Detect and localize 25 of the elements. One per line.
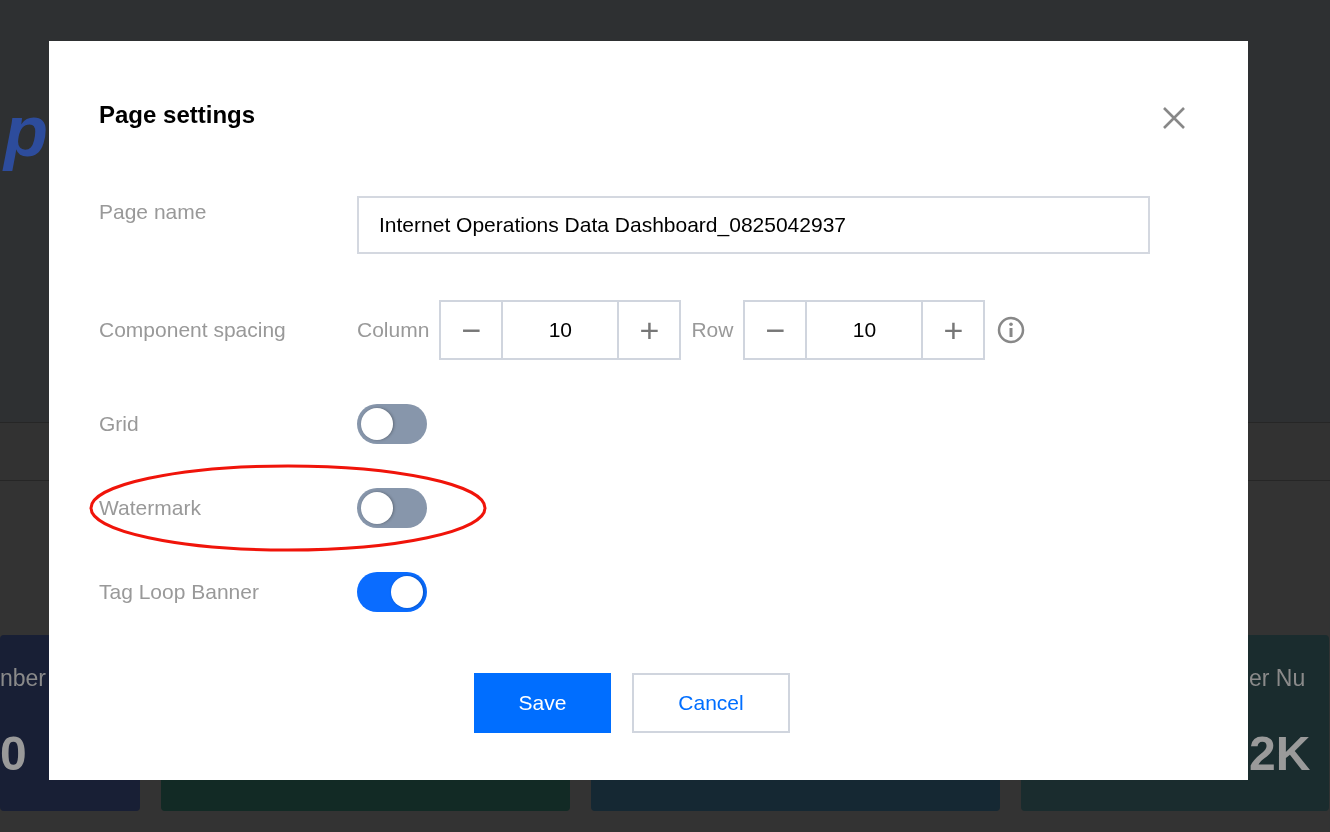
stepper-label: Column: [357, 318, 430, 342]
info-icon[interactable]: [997, 316, 1026, 344]
save-button[interactable]: Save: [474, 673, 611, 733]
toggle-switch[interactable]: [357, 572, 427, 612]
stat-value: 0: [0, 730, 28, 778]
toggle-switch[interactable]: [357, 488, 427, 528]
setting-label: Grid: [99, 412, 140, 436]
field-label: Component spacing: [99, 318, 287, 342]
field-label: Page name: [99, 200, 208, 224]
stepper-label: Row: [691, 318, 734, 342]
stat-label: nber: [0, 665, 48, 692]
stat-label: er Nu: [1249, 665, 1307, 692]
setting-label: Watermark: [99, 496, 202, 520]
number-stepper[interactable]: − 10 +: [743, 300, 986, 360]
setting-label: Tag Loop Banner: [99, 580, 260, 604]
number-field[interactable]: 10: [501, 302, 620, 358]
toggle-switch[interactable]: [357, 404, 427, 444]
logo-text: p: [4, 90, 49, 173]
number-field[interactable]: 10: [805, 302, 924, 358]
page-name-field[interactable]: Internet Operations Data Dashboard_0825042937: [357, 196, 1150, 254]
cancel-button[interactable]: Cancel: [632, 673, 790, 733]
number-stepper[interactable]: − 10 +: [439, 300, 682, 360]
close-icon[interactable]: [1162, 106, 1186, 130]
dialog-title: Page settings: [99, 101, 256, 129]
stat-value: 2K: [1249, 730, 1312, 778]
